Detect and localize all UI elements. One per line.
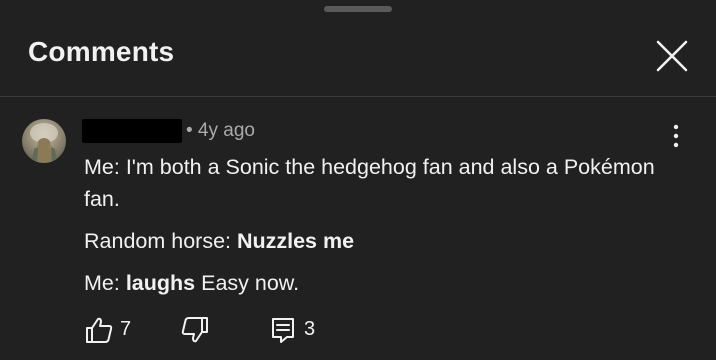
avatar[interactable] (22, 119, 66, 163)
reply-button[interactable]: 3 (268, 315, 328, 345)
like-count: 7 (120, 318, 132, 340)
avatar-image (30, 123, 58, 163)
more-vert-icon (673, 124, 679, 148)
close-icon (656, 40, 688, 72)
comment-line: Me: I'm both a Sonic the hedgehog fan an… (84, 151, 684, 215)
comments-header: Comments (0, 0, 716, 96)
thumb-down-icon (181, 317, 208, 343)
comment-line-bold: laughs (125, 271, 196, 295)
comment-line-text: Random horse: (84, 229, 237, 253)
comment-actions: 7 3 (84, 315, 384, 345)
like-button[interactable]: 7 (84, 315, 144, 345)
more-options-button[interactable] (664, 123, 688, 149)
reply-count: 3 (304, 318, 316, 340)
comment-line: Me: laughs Easy now. (84, 267, 684, 299)
comment-line-bold: Nuzzles me (236, 229, 355, 253)
comment-body: Me: I'm both a Sonic the hedgehog fan an… (84, 151, 684, 299)
comment-line-text: Me: (84, 271, 126, 295)
comment-line: Random horse: Nuzzles me (84, 225, 684, 257)
comment-timestamp: • 4y ago (186, 120, 255, 141)
comment-item: • 4y ago Me: I'm both a Sonic the hedgeh… (0, 97, 716, 360)
comment-line-text: Me: I'm both a Sonic the hedgehog fan an… (84, 155, 655, 211)
author-name-redacted (82, 119, 182, 143)
thumb-up-icon (86, 317, 113, 343)
dislike-button[interactable] (180, 315, 212, 345)
comment-line-text: Easy now. (195, 271, 300, 295)
page-title: Comments (28, 36, 175, 67)
reply-icon (272, 318, 294, 343)
close-button[interactable] (652, 36, 692, 76)
